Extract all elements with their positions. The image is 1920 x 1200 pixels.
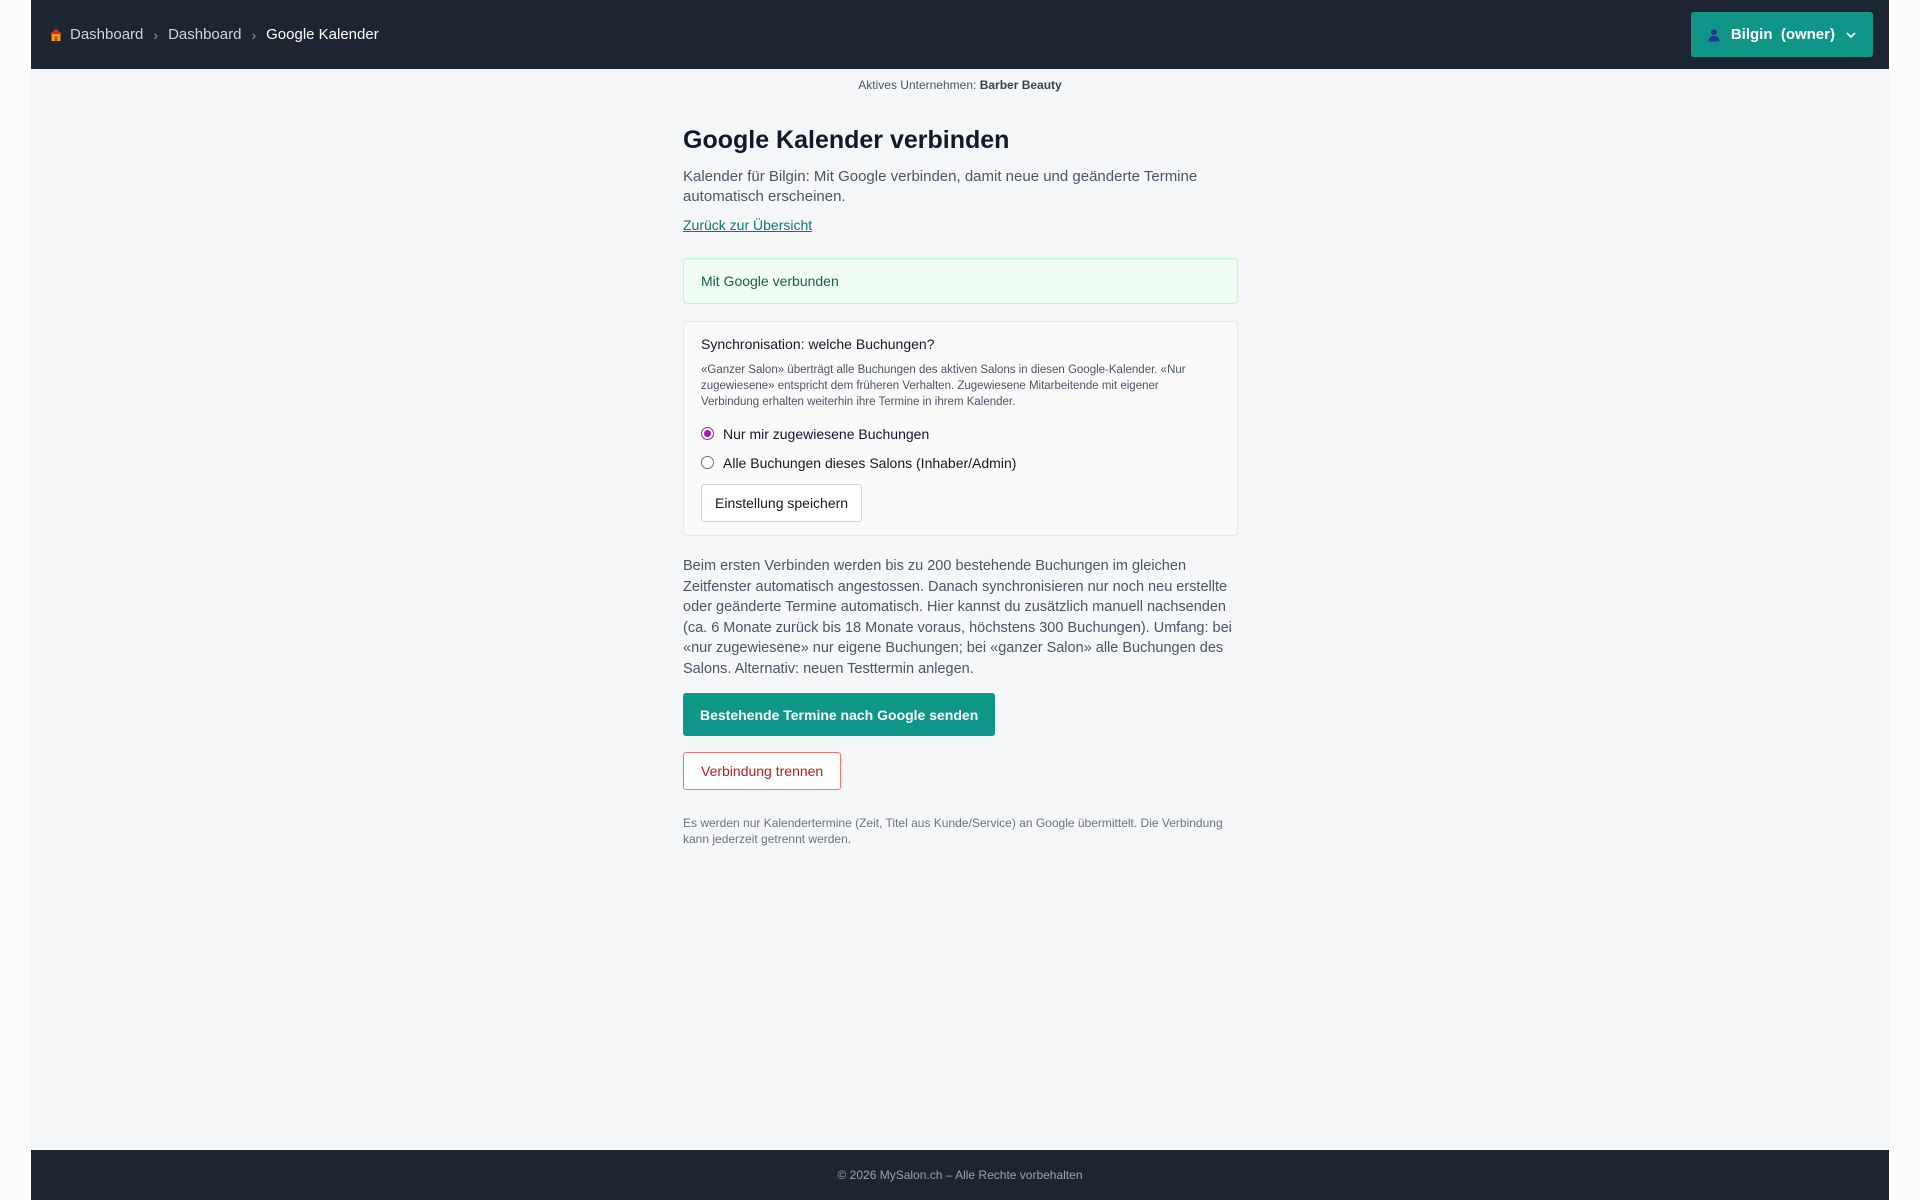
breadcrumb-dashboard-2[interactable]: Dashboard	[168, 26, 241, 43]
sync-settings-card: Synchronisation: welche Buchungen? «Ganz…	[683, 321, 1238, 536]
sync-title: Synchronisation: welche Buchungen?	[701, 336, 935, 352]
user-icon	[1708, 28, 1720, 41]
footer: © 2026 MySalon.ch – Alle Rechte vorbehal…	[31, 1150, 1889, 1200]
breadcrumb-dashboard-1[interactable]: Dashboard	[70, 26, 143, 43]
radio-selected[interactable]	[701, 427, 714, 440]
connection-status-text: Mit Google verbunden	[701, 273, 839, 289]
main-content: Google Kalender verbinden Kalender für B…	[683, 126, 1238, 847]
company-name: Barber Beauty	[979, 78, 1062, 92]
sync-option-assigned[interactable]: Nur mir zugewiesene Buchungen	[701, 421, 1220, 446]
home-icon	[50, 28, 62, 41]
radio-unselected[interactable]	[701, 456, 714, 469]
push-existing-events-button[interactable]: Bestehende Termine nach Google senden	[683, 693, 996, 736]
sync-option-all-label: Alle Buchungen dieses Salons (Inhaber/Ad…	[723, 454, 1017, 471]
company-prefix: Aktives Unternehmen:	[858, 78, 977, 92]
page-lead: Kalender für Bilgin: Mit Google verbinde…	[683, 168, 1198, 205]
footer-copyright: © 2026 MySalon.ch – Alle Rechte vorbehal…	[837, 1168, 1083, 1182]
back-to-overview-link[interactable]: Zurück zur Übersicht	[683, 217, 812, 233]
sync-description: «Ganzer Salon» überträgt alle Buchungen …	[701, 364, 1186, 408]
chevron-down-icon	[1846, 31, 1856, 38]
active-company: Aktives Unternehmen: Barber Beauty	[31, 78, 1889, 92]
disconnect-button[interactable]: Verbindung trennen	[683, 752, 842, 790]
sync-option-all[interactable]: Alle Buchungen dieses Salons (Inhaber/Ad…	[701, 450, 1220, 475]
sync-option-assigned-label: Nur mir zugewiesene Buchungen	[723, 425, 930, 442]
breadcrumb-current: Google Kalender	[266, 26, 379, 43]
user-menu-button[interactable]: Bilgin (owner)	[1690, 12, 1873, 57]
save-setting-button[interactable]: Einstellung speichern	[701, 484, 863, 522]
connection-status-alert: Mit Google verbunden	[683, 258, 1238, 304]
user-menu-label: Bilgin (owner)	[1730, 26, 1835, 43]
sync-info-text: Beim ersten Verbinden werden bis zu 200 …	[683, 558, 1232, 677]
breadcrumb: Dashboard › Dashboard › Google Kalender	[49, 26, 379, 43]
app-frame: Dashboard › Dashboard › Google Kalender …	[31, 0, 1889, 1200]
page-title: Google Kalender verbinden	[683, 126, 1010, 154]
breadcrumb-separator: ›	[153, 26, 159, 43]
privacy-note: Es werden nur Kalendertermine (Zeit, Tit…	[683, 816, 1223, 846]
top-bar: Dashboard › Dashboard › Google Kalender …	[31, 0, 1889, 69]
breadcrumb-separator: ›	[251, 26, 257, 43]
